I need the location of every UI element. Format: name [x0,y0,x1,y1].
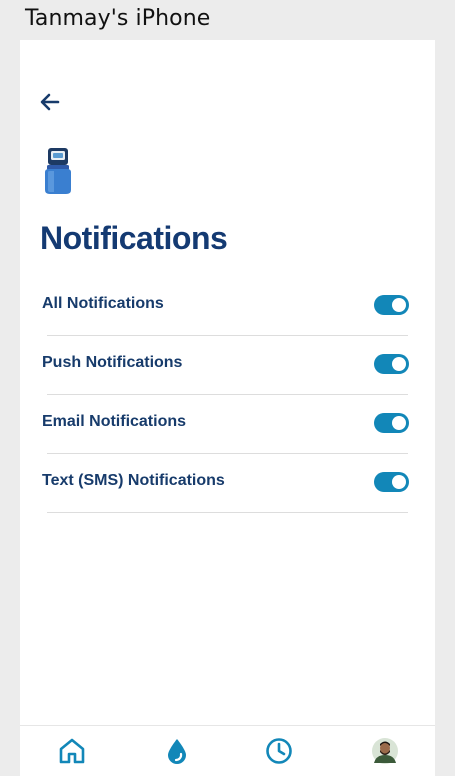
setting-row-email-notifications: Email Notifications [20,395,435,454]
setting-label: Text (SMS) Notifications [42,472,225,489]
setting-label: All Notifications [42,295,164,312]
phone-screen: Notifications All Notifications Push Not… [20,40,435,776]
clock-icon [266,738,292,764]
sms-notifications-toggle[interactable] [374,472,409,492]
nav-water-button[interactable] [162,736,192,766]
setting-row-push-notifications: Push Notifications [20,336,435,395]
bottom-navigation [20,725,435,776]
push-notifications-toggle[interactable] [374,354,409,374]
window-title: Tanmay's iPhone [25,6,211,31]
setting-row-sms-notifications: Text (SMS) Notifications [20,454,435,513]
nav-profile-button[interactable] [370,736,400,766]
setting-label: Email Notifications [42,413,187,430]
water-drop-icon [168,739,186,764]
setting-label: Push Notifications [42,354,183,371]
back-button[interactable] [38,90,62,114]
nav-history-button[interactable] [264,736,294,766]
water-softener-icon [38,146,78,196]
divider [47,512,408,513]
arrow-left-icon [40,93,60,111]
nav-home-button[interactable] [57,736,87,766]
all-notifications-toggle[interactable] [374,295,409,315]
toggle-knob [392,416,406,430]
page-title: Notifications [40,220,228,256]
notification-settings-list: All Notifications Push Notifications Ema… [20,277,435,513]
toggle-knob [392,475,406,489]
email-notifications-toggle[interactable] [374,413,409,433]
home-icon [59,738,85,764]
toggle-knob [392,357,406,371]
toggle-knob [392,298,406,312]
setting-row-all-notifications: All Notifications [20,277,435,336]
user-avatar [372,738,398,764]
